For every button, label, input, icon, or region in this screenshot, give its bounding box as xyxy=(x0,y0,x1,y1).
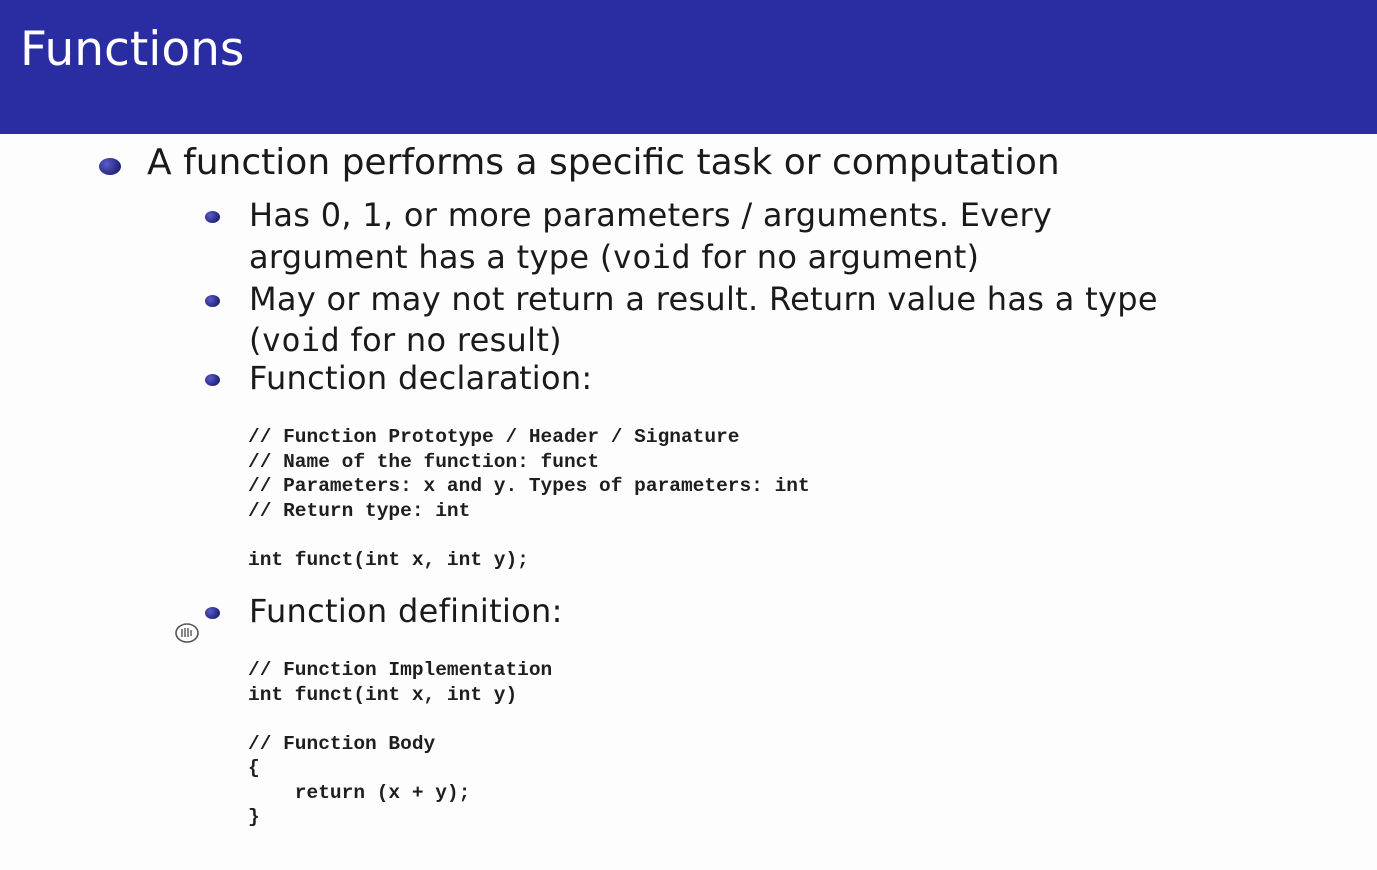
bullet-icon xyxy=(205,607,220,619)
bullet-icon xyxy=(205,211,220,223)
code-line: int funct(int x, int y); xyxy=(248,548,529,571)
code-line: { xyxy=(248,757,260,779)
title-bar: Functions xyxy=(0,0,1377,134)
code-line: // Function Implementation xyxy=(248,659,553,681)
slide: Functions A function performs a specific… xyxy=(0,0,1377,870)
bullet-icon xyxy=(99,158,121,175)
code-line: // Name of the function: funct xyxy=(248,450,600,473)
sub-bullet-definition: Function definition: xyxy=(249,592,563,630)
sub-bullet-return-line1: May or may not return a result. Return v… xyxy=(249,280,1158,318)
sub-bullet-return-line2: (void for no result) xyxy=(249,321,562,359)
sub-bullet-parameters-line1: Has 0, 1, or more parameters / arguments… xyxy=(249,196,1053,234)
code-line: // Function Body xyxy=(248,732,436,755)
bullet-icon xyxy=(205,295,220,307)
sub-bullet-parameters-line2: argument has a type (void for no argumen… xyxy=(249,238,980,276)
code-keyword-void: void xyxy=(612,238,691,276)
code-block-declaration: // Function Prototype / Header / Signatu… xyxy=(248,425,810,572)
code-keyword-void: void xyxy=(261,321,341,359)
slide-title: Functions xyxy=(20,22,245,77)
bullet-icon xyxy=(205,374,220,386)
code-line: // Function Prototype / Header / Signatu… xyxy=(248,426,740,448)
code-line: return (x + y); xyxy=(248,781,471,804)
pointer-cursor-icon xyxy=(175,623,199,643)
code-line: int funct(int x, int y) xyxy=(248,683,518,706)
bullet-main-text: A function performs a specific task or c… xyxy=(147,142,1060,183)
code-line: } xyxy=(248,806,260,828)
code-block-definition: // Function Implementation int funct(int… xyxy=(248,658,552,830)
code-line: // Return type: int xyxy=(248,499,471,522)
sub-bullet-declaration: Function declaration: xyxy=(249,359,593,397)
code-line: // Parameters: x and y. Types of paramet… xyxy=(248,475,810,497)
